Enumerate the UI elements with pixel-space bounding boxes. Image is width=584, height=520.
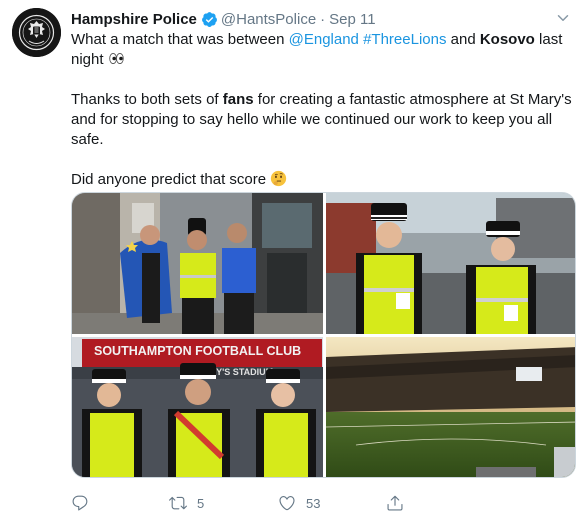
text-segment: What a match that was between <box>71 31 289 48</box>
tweet-date[interactable]: Sep 11 <box>329 11 375 28</box>
author-handle[interactable]: @HantsPolice <box>221 11 316 28</box>
like-button[interactable]: 53 <box>278 492 320 514</box>
stadium-sign-text: SOUTHAMPTON FOOTBALL CLUB <box>94 344 301 358</box>
text-segment: Did anyone predict that score <box>71 171 271 188</box>
photo-pitch-image <box>326 337 575 477</box>
photo-two-officers[interactable] <box>326 193 575 334</box>
bold-fans: fans <box>222 91 254 108</box>
photo-officers-stadium-sign[interactable]: SOUTHAMPTON FOOTBALL CLUB ST MARY'S STAD… <box>72 337 323 477</box>
hampshire-police-crest-icon <box>12 8 61 57</box>
reply-icon <box>72 495 88 511</box>
bold-kosovo: Kosovo <box>479 31 535 48</box>
reply-button[interactable] <box>71 492 99 514</box>
retweet-count: 5 <box>197 495 205 511</box>
photo-officers-image <box>326 193 575 334</box>
text-segment: and <box>446 31 480 48</box>
like-count: 53 <box>306 495 321 511</box>
tweet-header: Hampshire Police @HantsPolice · Sep 11 <box>71 9 376 29</box>
retweet-icon <box>169 496 187 510</box>
photo-fans-image <box>72 193 323 334</box>
share-button[interactable] <box>386 492 414 514</box>
tweet-text: What a match that was between @England #… <box>71 30 576 190</box>
photo-stadium-pitch[interactable] <box>326 337 575 477</box>
retweet-button[interactable]: 5 <box>169 492 204 514</box>
mention-england-link[interactable]: @England <box>289 31 359 48</box>
author-display-name[interactable]: Hampshire Police <box>71 11 197 28</box>
heart-icon <box>279 496 295 511</box>
author-avatar[interactable] <box>12 8 61 57</box>
share-icon <box>387 495 403 511</box>
tweet-media-grid[interactable]: SOUTHAMPTON FOOTBALL CLUB ST MARY'S STAD… <box>71 192 576 478</box>
photo-fans-with-officer[interactable] <box>72 193 323 334</box>
tweet-actions: 5 53 <box>71 492 576 514</box>
chevron-down-icon[interactable] <box>554 9 572 27</box>
verified-badge-icon <box>201 11 217 27</box>
tweet-paragraph-2: Thanks to both sets of fans for creating… <box>71 90 576 150</box>
tweet-paragraph-1: What a match that was between @England #… <box>71 30 576 70</box>
eyes-emoji-icon <box>108 52 124 65</box>
hashtag-threelions-link[interactable]: #ThreeLions <box>363 31 446 48</box>
text-segment: Thanks to both sets of <box>71 91 223 108</box>
tweet-paragraph-3: Did anyone predict that score <box>71 170 576 190</box>
thinking-face-emoji-icon <box>271 170 287 187</box>
header-separator: · <box>320 10 326 28</box>
photo-stadium-sign-image: SOUTHAMPTON FOOTBALL CLUB ST MARY'S STAD… <box>72 337 323 477</box>
